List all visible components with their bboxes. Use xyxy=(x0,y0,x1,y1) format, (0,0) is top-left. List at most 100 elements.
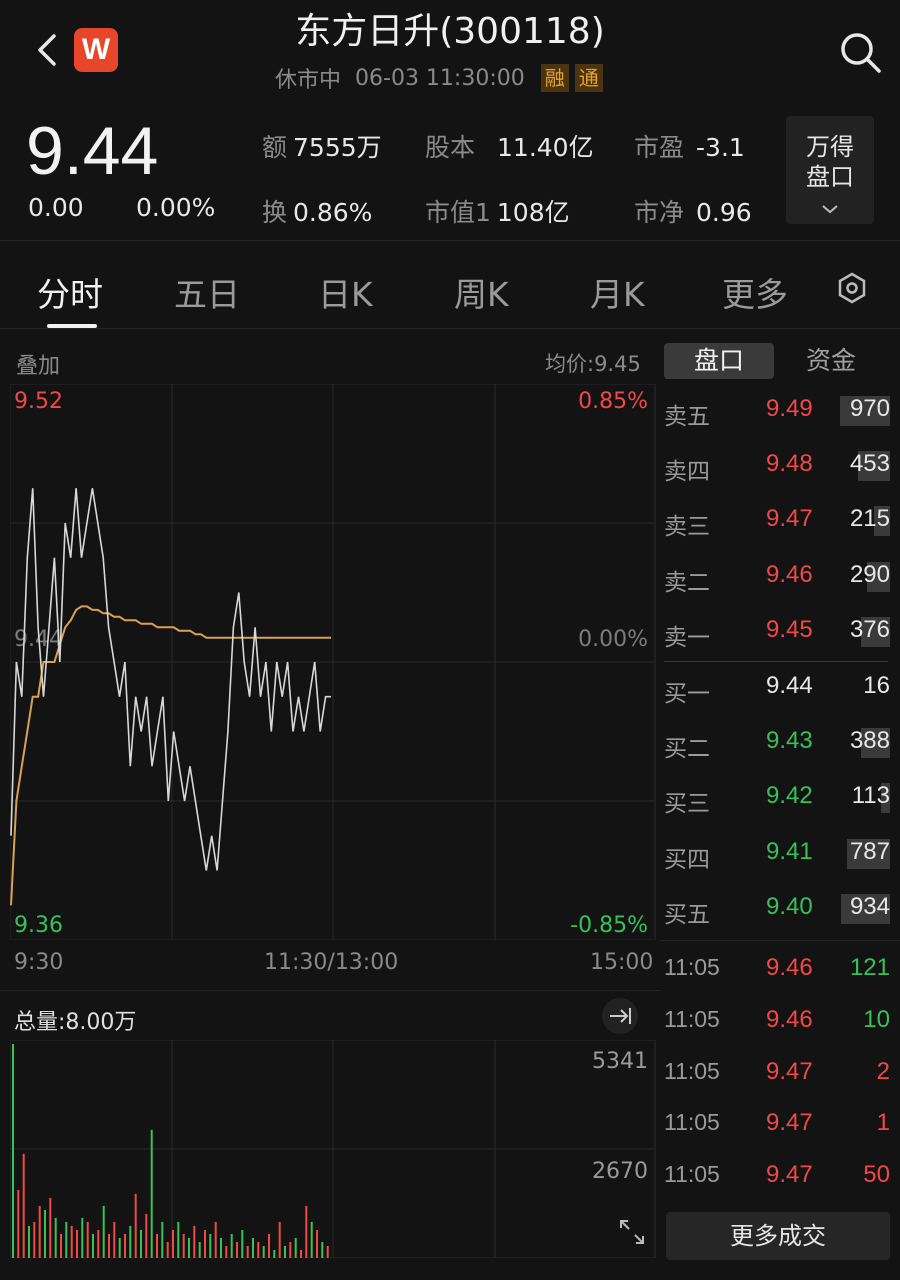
level-price: 9.48 xyxy=(766,450,813,477)
tab-monthly-k[interactable]: 月K xyxy=(590,268,645,316)
volume-bar xyxy=(28,1225,30,1258)
divider xyxy=(0,990,660,991)
level-volume: 787 xyxy=(849,838,890,865)
stock-title: 东方日升(300118) xyxy=(295,11,605,52)
volume-bar xyxy=(289,1242,292,1258)
settings-hexagon-icon[interactable] xyxy=(834,270,870,306)
volume-bar-chart[interactable]: 5341 2670 xyxy=(10,1040,660,1258)
more-trades-button[interactable]: 更多成交 xyxy=(666,1212,890,1260)
overlay-button[interactable]: 叠加 xyxy=(16,348,60,380)
level-price: 9.49 xyxy=(766,395,813,422)
chevron-down-icon xyxy=(786,192,874,214)
trade-time: 11:05 xyxy=(664,1058,720,1084)
ask-level-row[interactable]: 卖四 9.48 453 xyxy=(660,438,900,493)
bid-level-row[interactable]: 买二 9.43 388 xyxy=(660,715,900,770)
ask-level-row[interactable]: 卖二 9.46 290 xyxy=(660,549,900,604)
ask-level-row[interactable]: 卖三 9.47 215 xyxy=(660,493,900,548)
trade-volume: 121 xyxy=(849,954,890,981)
divider xyxy=(660,940,900,941)
total-volume-label: 总量:8.00万 xyxy=(14,1010,137,1035)
volume-bar xyxy=(198,1242,201,1258)
stat-market-cap: 市值1 108亿 xyxy=(425,198,570,227)
price-change-percent: 0.00% xyxy=(136,193,216,222)
bid-level-row[interactable]: 买三 9.42 113 xyxy=(660,770,900,825)
volume-bar xyxy=(65,1221,68,1258)
volume-bar xyxy=(22,1153,25,1258)
expand-diagonal-icon[interactable] xyxy=(616,1216,648,1248)
volume-bar xyxy=(129,1225,132,1258)
divider xyxy=(0,240,900,241)
margin-tag: 融 xyxy=(540,64,569,92)
pct-tick-min: -0.85% xyxy=(570,913,648,938)
tab-orderbook[interactable]: 盘口 xyxy=(664,343,774,379)
volume-bar xyxy=(102,1205,105,1258)
y-tick-min: 9.36 xyxy=(14,913,63,938)
volume-bar xyxy=(44,1209,46,1258)
search-icon[interactable] xyxy=(836,28,884,76)
tab-daily-k[interactable]: 日K xyxy=(318,268,373,316)
level-label: 买一 xyxy=(664,681,710,707)
volume-bar xyxy=(113,1221,116,1258)
tab-more[interactable]: 更多 xyxy=(722,268,788,316)
level-label: 卖五 xyxy=(664,404,710,430)
level-price: 9.44 xyxy=(766,672,813,699)
price-line xyxy=(10,488,331,871)
trade-tick-row[interactable]: 11:05 9.47 1 xyxy=(660,1097,900,1149)
volume-bar xyxy=(278,1221,281,1258)
pct-tick-max: 0.85% xyxy=(578,389,648,414)
ask-level-row[interactable]: 卖一 9.45 376 xyxy=(660,604,900,659)
volume-bar xyxy=(150,1129,153,1258)
volume-bar xyxy=(81,1217,84,1258)
volume-bar xyxy=(326,1246,329,1258)
volume-bar xyxy=(257,1242,260,1258)
tab-weekly-k[interactable]: 周K xyxy=(454,268,509,316)
trade-price: 9.47 xyxy=(766,1109,813,1136)
intraday-price-chart[interactable]: 9.52 9.44 9.36 0.85% 0.00% -0.85% xyxy=(10,384,660,940)
connect-tag: 通 xyxy=(574,64,603,92)
tab-intraday[interactable]: 分时 xyxy=(37,268,103,316)
level-price: 9.46 xyxy=(766,561,813,588)
level-label: 卖二 xyxy=(664,570,710,596)
wind-button-line1: 万得 xyxy=(806,133,854,161)
trade-tick-row[interactable]: 11:05 9.47 2 xyxy=(660,1046,900,1098)
volume-bar xyxy=(92,1234,94,1258)
volume-bar xyxy=(182,1234,185,1258)
level-label: 买三 xyxy=(664,791,710,817)
level-volume: 290 xyxy=(849,561,890,588)
trade-price: 9.47 xyxy=(766,1058,813,1085)
level-price: 9.41 xyxy=(766,838,813,865)
volume-bar xyxy=(60,1234,62,1258)
level-label: 买四 xyxy=(664,847,710,873)
bid-level-row[interactable]: 买五 9.40 934 xyxy=(660,881,900,936)
trade-tick-row[interactable]: 11:05 9.47 50 xyxy=(660,1149,900,1201)
trade-time: 11:05 xyxy=(664,954,720,980)
volume-bar xyxy=(300,1250,302,1258)
volume-bar xyxy=(241,1230,244,1258)
volume-bar xyxy=(262,1246,265,1258)
price-change: 0.00 xyxy=(28,193,84,222)
pct-tick-mid: 0.00% xyxy=(578,627,648,652)
volume-bar xyxy=(134,1193,137,1258)
wind-orderbook-button[interactable]: 万得 盘口 xyxy=(786,116,874,224)
trade-price: 9.46 xyxy=(766,1006,813,1033)
chart-grid xyxy=(10,384,656,940)
bid-level-row[interactable]: 买四 9.41 787 xyxy=(660,826,900,881)
volume-tick-max: 5341 xyxy=(592,1049,648,1074)
time-axis-mid: 11:30/13:00 xyxy=(264,950,399,975)
level-label: 买五 xyxy=(664,902,710,928)
volume-bar xyxy=(294,1238,297,1258)
bid-level-row[interactable]: 买一 9.44 16 xyxy=(660,660,900,715)
time-axis-end: 15:00 xyxy=(590,950,654,975)
ask-level-row[interactable]: 卖五 9.49 970 xyxy=(660,383,900,438)
trade-tick-row[interactable]: 11:05 9.46 10 xyxy=(660,994,900,1046)
level-volume: 934 xyxy=(849,893,890,920)
level-price: 9.45 xyxy=(766,616,813,643)
volume-grid xyxy=(10,1040,656,1258)
volume-bar xyxy=(86,1221,89,1258)
tab-five-day[interactable]: 五日 xyxy=(174,268,240,316)
collapse-right-icon[interactable] xyxy=(600,996,640,1036)
volume-bar xyxy=(193,1225,196,1258)
volume-bar xyxy=(70,1225,73,1258)
trade-tick-row[interactable]: 11:05 9.46 121 xyxy=(660,942,900,994)
tab-capital-flow[interactable]: 资金 xyxy=(776,343,886,379)
